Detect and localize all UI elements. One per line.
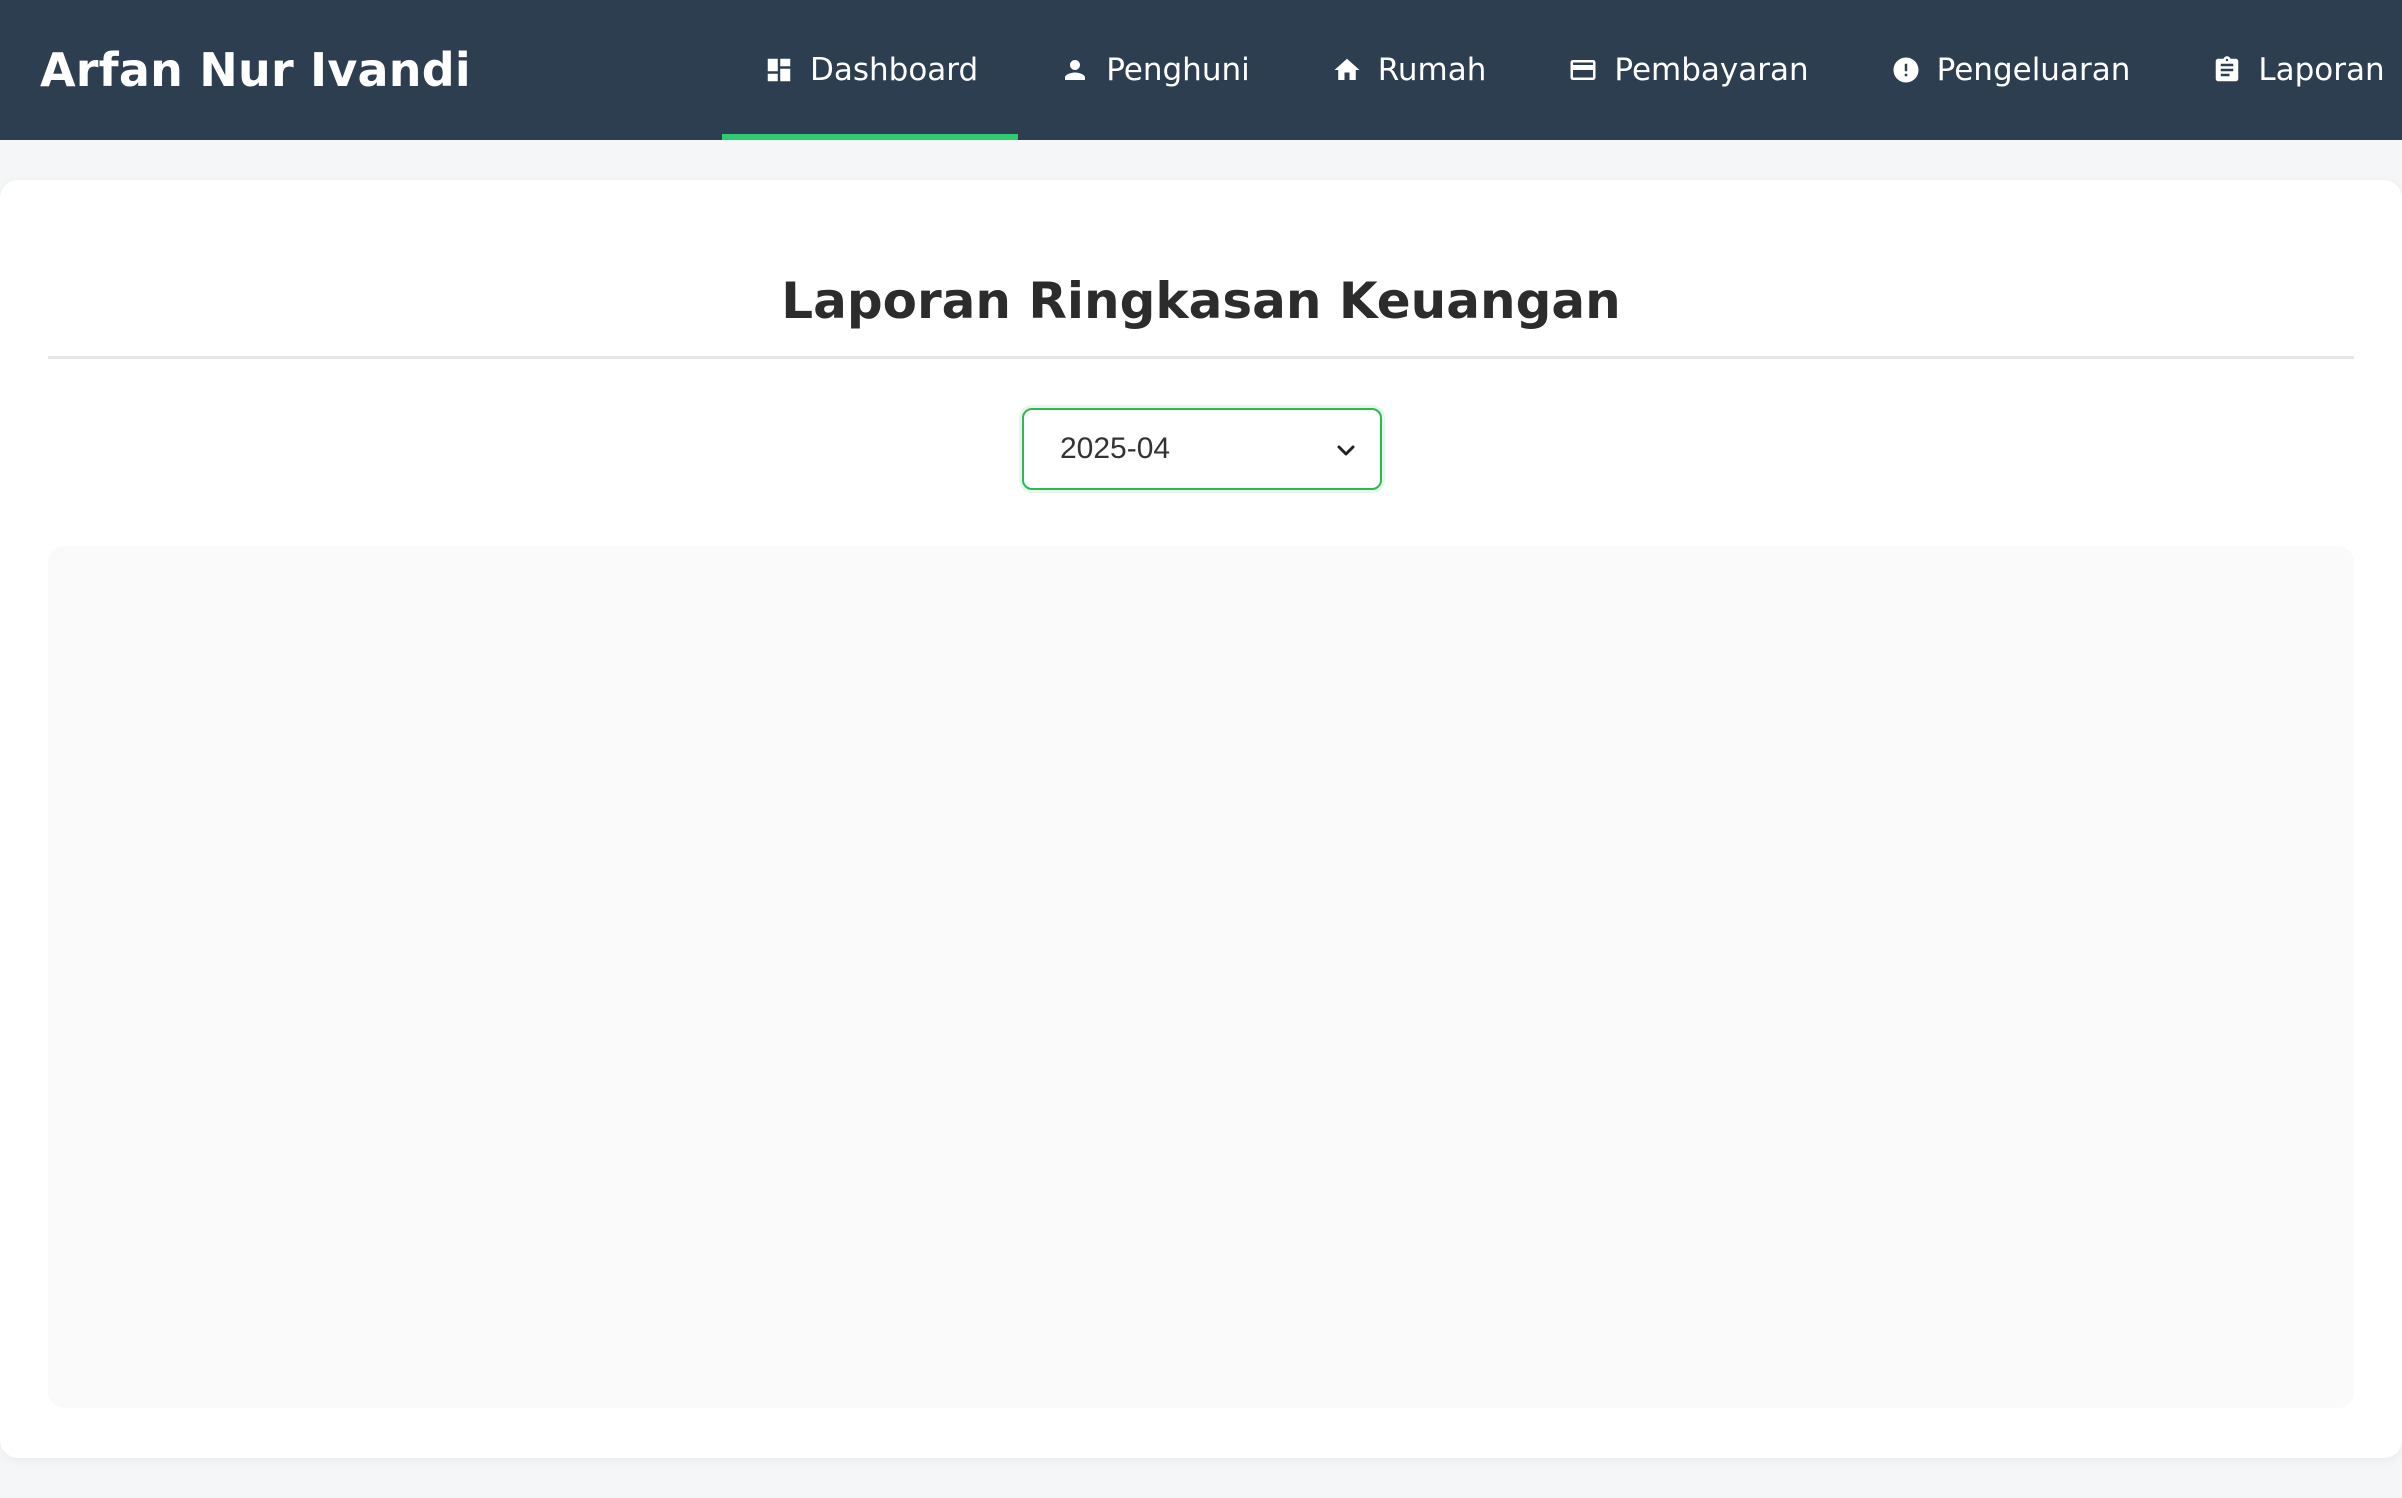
person-icon	[1058, 53, 1092, 87]
nav-item-label: Dashboard	[810, 52, 979, 88]
nav-item-label: Pengeluaran	[1936, 52, 2131, 88]
title-divider	[48, 356, 2354, 359]
nav-item-label: Laporan	[2258, 52, 2385, 88]
nav-item-penghuni[interactable]: Penghuni	[1018, 0, 1290, 140]
alert-circle-icon	[1889, 53, 1923, 87]
clipboard-icon	[2210, 53, 2244, 87]
page-title: Laporan Ringkasan Keuangan	[781, 272, 1621, 330]
report-content-area	[48, 546, 2354, 1408]
home-icon	[1330, 53, 1364, 87]
nav-item-laporan[interactable]: Laporan	[2170, 0, 2402, 140]
period-select[interactable]: 2025-04	[1022, 408, 1382, 490]
dashboard-icon	[762, 53, 796, 87]
nav-item-label: Pembayaran	[1614, 52, 1809, 88]
nav-item-rumah[interactable]: Rumah	[1290, 0, 1527, 140]
main-nav: Dashboard Penghuni Rumah Pembayaran Peng…	[722, 0, 2402, 140]
report-card: Laporan Ringkasan Keuangan 2025-04	[0, 180, 2402, 1458]
nav-item-label: Penghuni	[1106, 52, 1250, 88]
brand-title[interactable]: Arfan Nur Ivandi	[40, 0, 471, 140]
nav-item-pembayaran[interactable]: Pembayaran	[1526, 0, 1848, 140]
nav-item-label: Rumah	[1377, 52, 1487, 88]
period-select-value: 2025-04	[1060, 432, 1171, 465]
credit-card-icon	[1566, 53, 1600, 87]
nav-item-pengeluaran[interactable]: Pengeluaran	[1849, 0, 2171, 140]
top-navbar: Arfan Nur Ivandi Dashboard Penghuni Ruma…	[0, 0, 2402, 140]
nav-item-dashboard[interactable]: Dashboard	[722, 0, 1019, 140]
chevron-down-icon	[1334, 437, 1358, 461]
